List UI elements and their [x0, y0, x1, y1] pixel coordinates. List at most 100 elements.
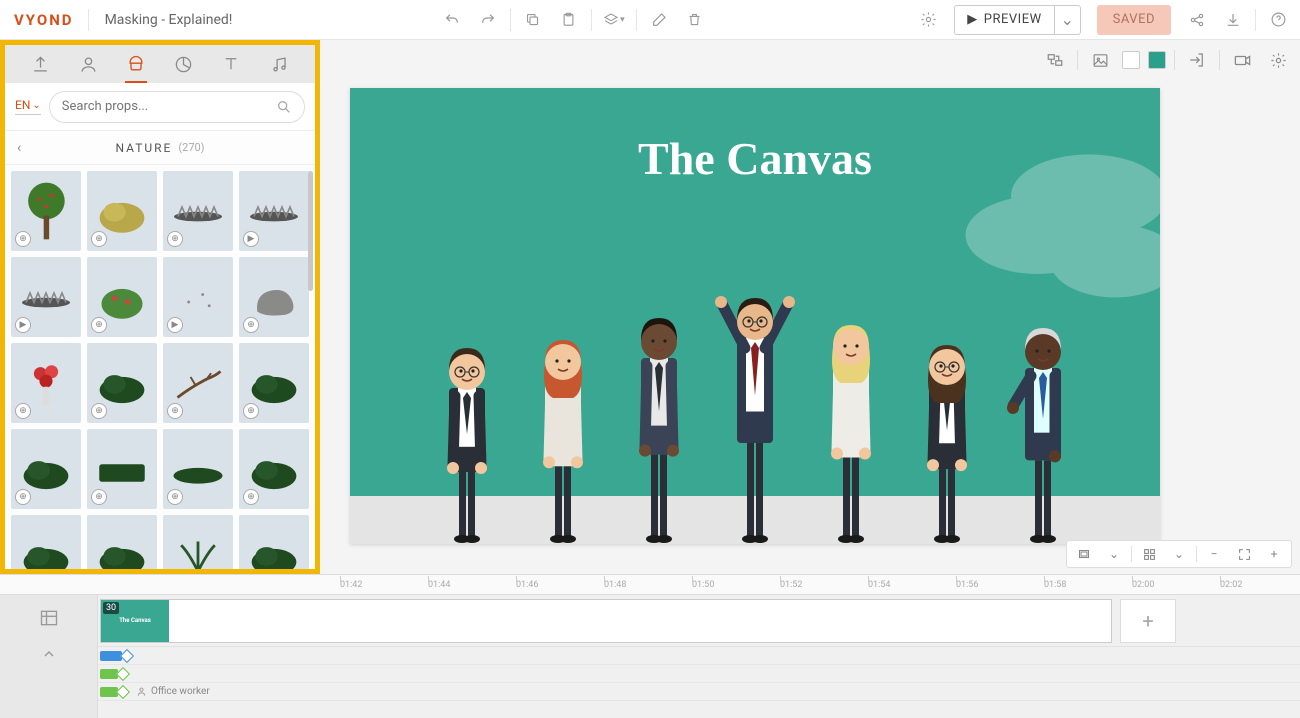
enter-exit-icon[interactable] — [1183, 46, 1211, 74]
zoom-badge-icon: ⊕ — [91, 403, 107, 419]
grid-view-icon[interactable] — [1136, 543, 1162, 565]
character[interactable] — [998, 324, 1088, 544]
back-icon[interactable]: ‹ — [17, 140, 21, 156]
zoom-out-icon[interactable]: − — [1201, 543, 1227, 565]
background-image-icon[interactable] — [1086, 46, 1114, 74]
character[interactable] — [518, 334, 608, 544]
track-row[interactable]: Office worker — [98, 683, 1300, 701]
prop-thumbnail[interactable]: ⊕ — [11, 171, 81, 251]
prop-thumbnail[interactable]: ▶ — [163, 257, 233, 337]
zoom-in-icon[interactable]: + — [1261, 543, 1287, 565]
prop-thumbnail[interactable]: ⊕ — [87, 429, 157, 509]
storyboard-icon[interactable] — [36, 605, 62, 631]
layers-icon[interactable]: ▾ — [600, 6, 628, 34]
time-ruler[interactable]: 01:4201:4401:4601:4801:5001:5201:5401:56… — [0, 574, 1300, 594]
undo-icon[interactable] — [438, 6, 466, 34]
saved-button: SAVED — [1097, 5, 1171, 35]
copy-icon[interactable] — [519, 6, 547, 34]
scene-settings-icon[interactable] — [1264, 46, 1292, 74]
character[interactable] — [902, 339, 992, 544]
prop-thumbnail[interactable]: ⊕ — [87, 171, 157, 251]
stage-toolbar — [1041, 46, 1292, 74]
search-icon — [276, 99, 292, 115]
ruler-tick: 01:56 — [956, 580, 1044, 590]
add-scene-button[interactable]: + — [1120, 599, 1176, 643]
track-row[interactable] — [98, 647, 1300, 665]
text-tab-icon[interactable] — [216, 49, 246, 79]
preview-button[interactable]: ▶PREVIEW ⌄ — [954, 5, 1080, 35]
ruler-tick: 01:48 — [604, 580, 692, 590]
download-icon[interactable] — [1219, 6, 1247, 34]
prop-thumbnail[interactable]: ⊕ — [87, 257, 157, 337]
prop-thumbnail[interactable] — [87, 515, 157, 569]
play-badge-icon: ▶ — [243, 231, 259, 247]
ruler-tick: 01:58 — [1044, 580, 1132, 590]
project-title[interactable]: Masking - Explained! — [97, 12, 233, 28]
track-row[interactable] — [98, 665, 1300, 683]
prop-thumbnail[interactable]: ⊕ — [11, 429, 81, 509]
language-selector[interactable]: EN⌄ — [15, 98, 41, 115]
help-icon[interactable] — [1264, 6, 1292, 34]
replace-scene-icon[interactable] — [1041, 46, 1069, 74]
prop-thumbnail[interactable]: ⊕ — [163, 171, 233, 251]
prop-thumbnail[interactable]: ⊕ — [163, 429, 233, 509]
prop-thumbnail[interactable] — [11, 515, 81, 569]
upload-tab-icon[interactable] — [26, 49, 56, 79]
track-row[interactable] — [98, 701, 1300, 718]
settings-gear-icon[interactable] — [914, 6, 942, 34]
mini-title: The Canvas — [119, 617, 151, 624]
props-tab-icon[interactable] — [121, 49, 151, 79]
stage-title-text: The Canvas — [350, 132, 1160, 185]
prop-thumbnail[interactable]: ▶ — [239, 171, 309, 251]
camera-icon[interactable] — [1228, 46, 1256, 74]
prop-thumbnail[interactable] — [239, 515, 309, 569]
chevron-down-icon[interactable]: ⌄ — [1166, 543, 1192, 565]
divider — [1255, 9, 1256, 31]
zoom-badge-icon: ⊕ — [15, 489, 31, 505]
character[interactable] — [710, 294, 800, 544]
eraser-icon[interactable] — [645, 6, 673, 34]
character[interactable] — [806, 319, 896, 544]
character[interactable] — [614, 314, 704, 544]
zoom-badge-icon: ⊕ — [91, 231, 107, 247]
audio-tab-icon[interactable] — [264, 49, 294, 79]
chart-tab-icon[interactable] — [169, 49, 199, 79]
scene-thumbnail: 30 The Canvas — [101, 600, 169, 642]
zoom-badge-icon: ⊕ — [243, 489, 259, 505]
preview-label: PREVIEW — [984, 12, 1042, 27]
prop-thumbnail[interactable]: ▶ — [11, 257, 81, 337]
timeline-left-tools — [0, 595, 98, 718]
share-icon[interactable] — [1183, 6, 1211, 34]
zoom-badge-icon: ⊕ — [243, 403, 259, 419]
prop-thumbnail[interactable]: ⊕ — [239, 257, 309, 337]
character[interactable] — [422, 344, 512, 544]
prop-thumbnail[interactable] — [163, 515, 233, 569]
preview-caret-icon[interactable]: ⌄ — [1054, 6, 1080, 34]
collapse-icon[interactable] — [36, 641, 62, 667]
redo-icon[interactable] — [474, 6, 502, 34]
prop-thumbnail[interactable]: ⊕ — [163, 343, 233, 423]
zoom-badge-icon: ⊕ — [243, 317, 259, 333]
ruler-tick: 01:46 — [516, 580, 604, 590]
character-tab-icon[interactable] — [73, 49, 103, 79]
color-swatch-white[interactable] — [1122, 51, 1140, 69]
view-mode-icon[interactable] — [1071, 543, 1097, 565]
ruler-tick: 02:02 — [1220, 580, 1300, 590]
prop-thumbnail[interactable]: ⊕ — [239, 343, 309, 423]
prop-thumbnail[interactable]: ⊕ — [11, 343, 81, 423]
scrollbar[interactable] — [308, 171, 313, 291]
paste-icon[interactable] — [555, 6, 583, 34]
prop-thumbnail[interactable]: ⊕ — [87, 343, 157, 423]
search-input[interactable] — [62, 99, 276, 114]
trash-icon[interactable] — [681, 6, 709, 34]
chevron-down-icon[interactable]: ⌄ — [1101, 543, 1127, 565]
prop-thumbnail[interactable]: ⊕ — [239, 429, 309, 509]
fit-screen-icon[interactable] — [1231, 543, 1257, 565]
canvas-stage[interactable]: The Canvas — [350, 88, 1160, 544]
color-swatch-teal[interactable] — [1148, 51, 1166, 69]
timeline-body: 30 The Canvas + Office worker − ◀ ▶ + — [98, 595, 1300, 718]
ruler-tick: 01:52 — [780, 580, 868, 590]
search-input-wrap[interactable] — [49, 91, 305, 123]
divider — [636, 9, 637, 31]
scene-clip[interactable]: 30 The Canvas — [100, 599, 1112, 643]
